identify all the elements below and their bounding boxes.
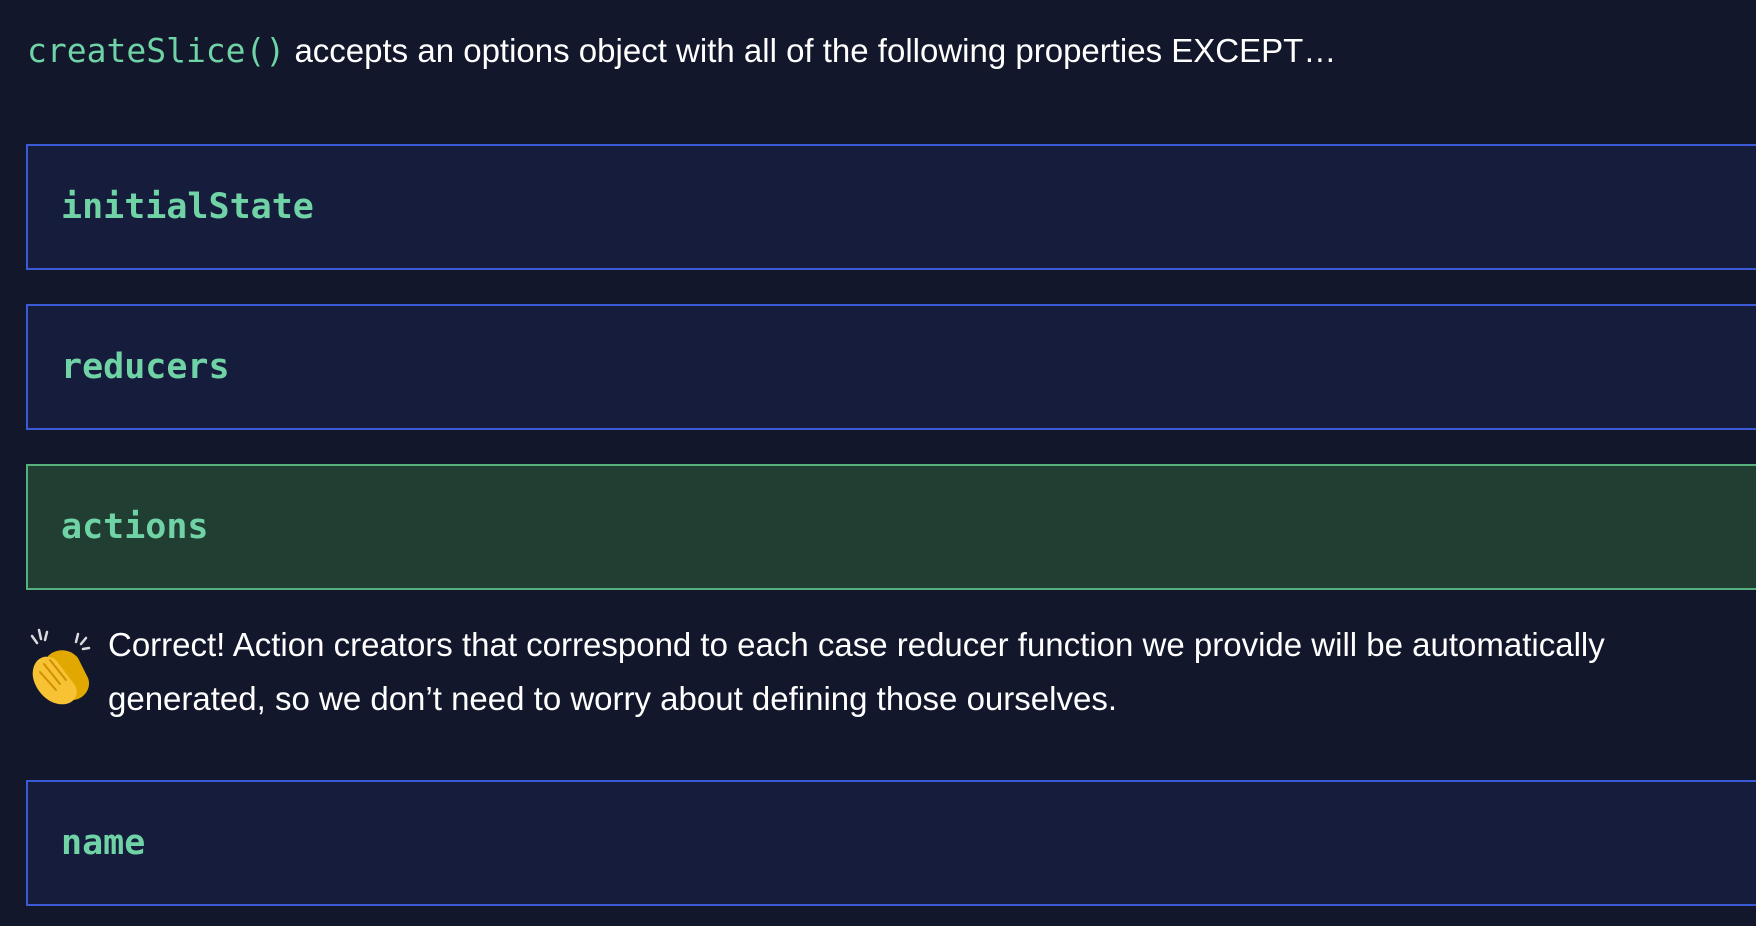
answer-option-label: actions xyxy=(61,507,209,547)
quiz-container: createSlice() accepts an options object … xyxy=(0,0,1756,926)
answer-option-label: initialState xyxy=(61,187,314,227)
answer-option-label: reducers xyxy=(61,347,230,387)
question-prompt: createSlice() accepts an options object … xyxy=(27,24,1336,78)
feedback-message: Correct! Action creators that correspond… xyxy=(108,626,1605,717)
answer-option-label: name xyxy=(61,823,146,863)
question-code: createSlice() xyxy=(27,31,286,70)
clapping-hands-icon xyxy=(30,628,91,705)
answer-option-reducers[interactable]: reducers xyxy=(26,304,1756,430)
question-text: accepts an options object with all of th… xyxy=(285,32,1337,69)
answer-feedback: Correct! Action creators that correspond… xyxy=(26,626,1746,726)
answer-option-actions-correct[interactable]: actions xyxy=(26,464,1756,590)
answer-option-initialstate[interactable]: initialState xyxy=(26,144,1756,270)
answer-option-name[interactable]: name xyxy=(26,780,1756,906)
